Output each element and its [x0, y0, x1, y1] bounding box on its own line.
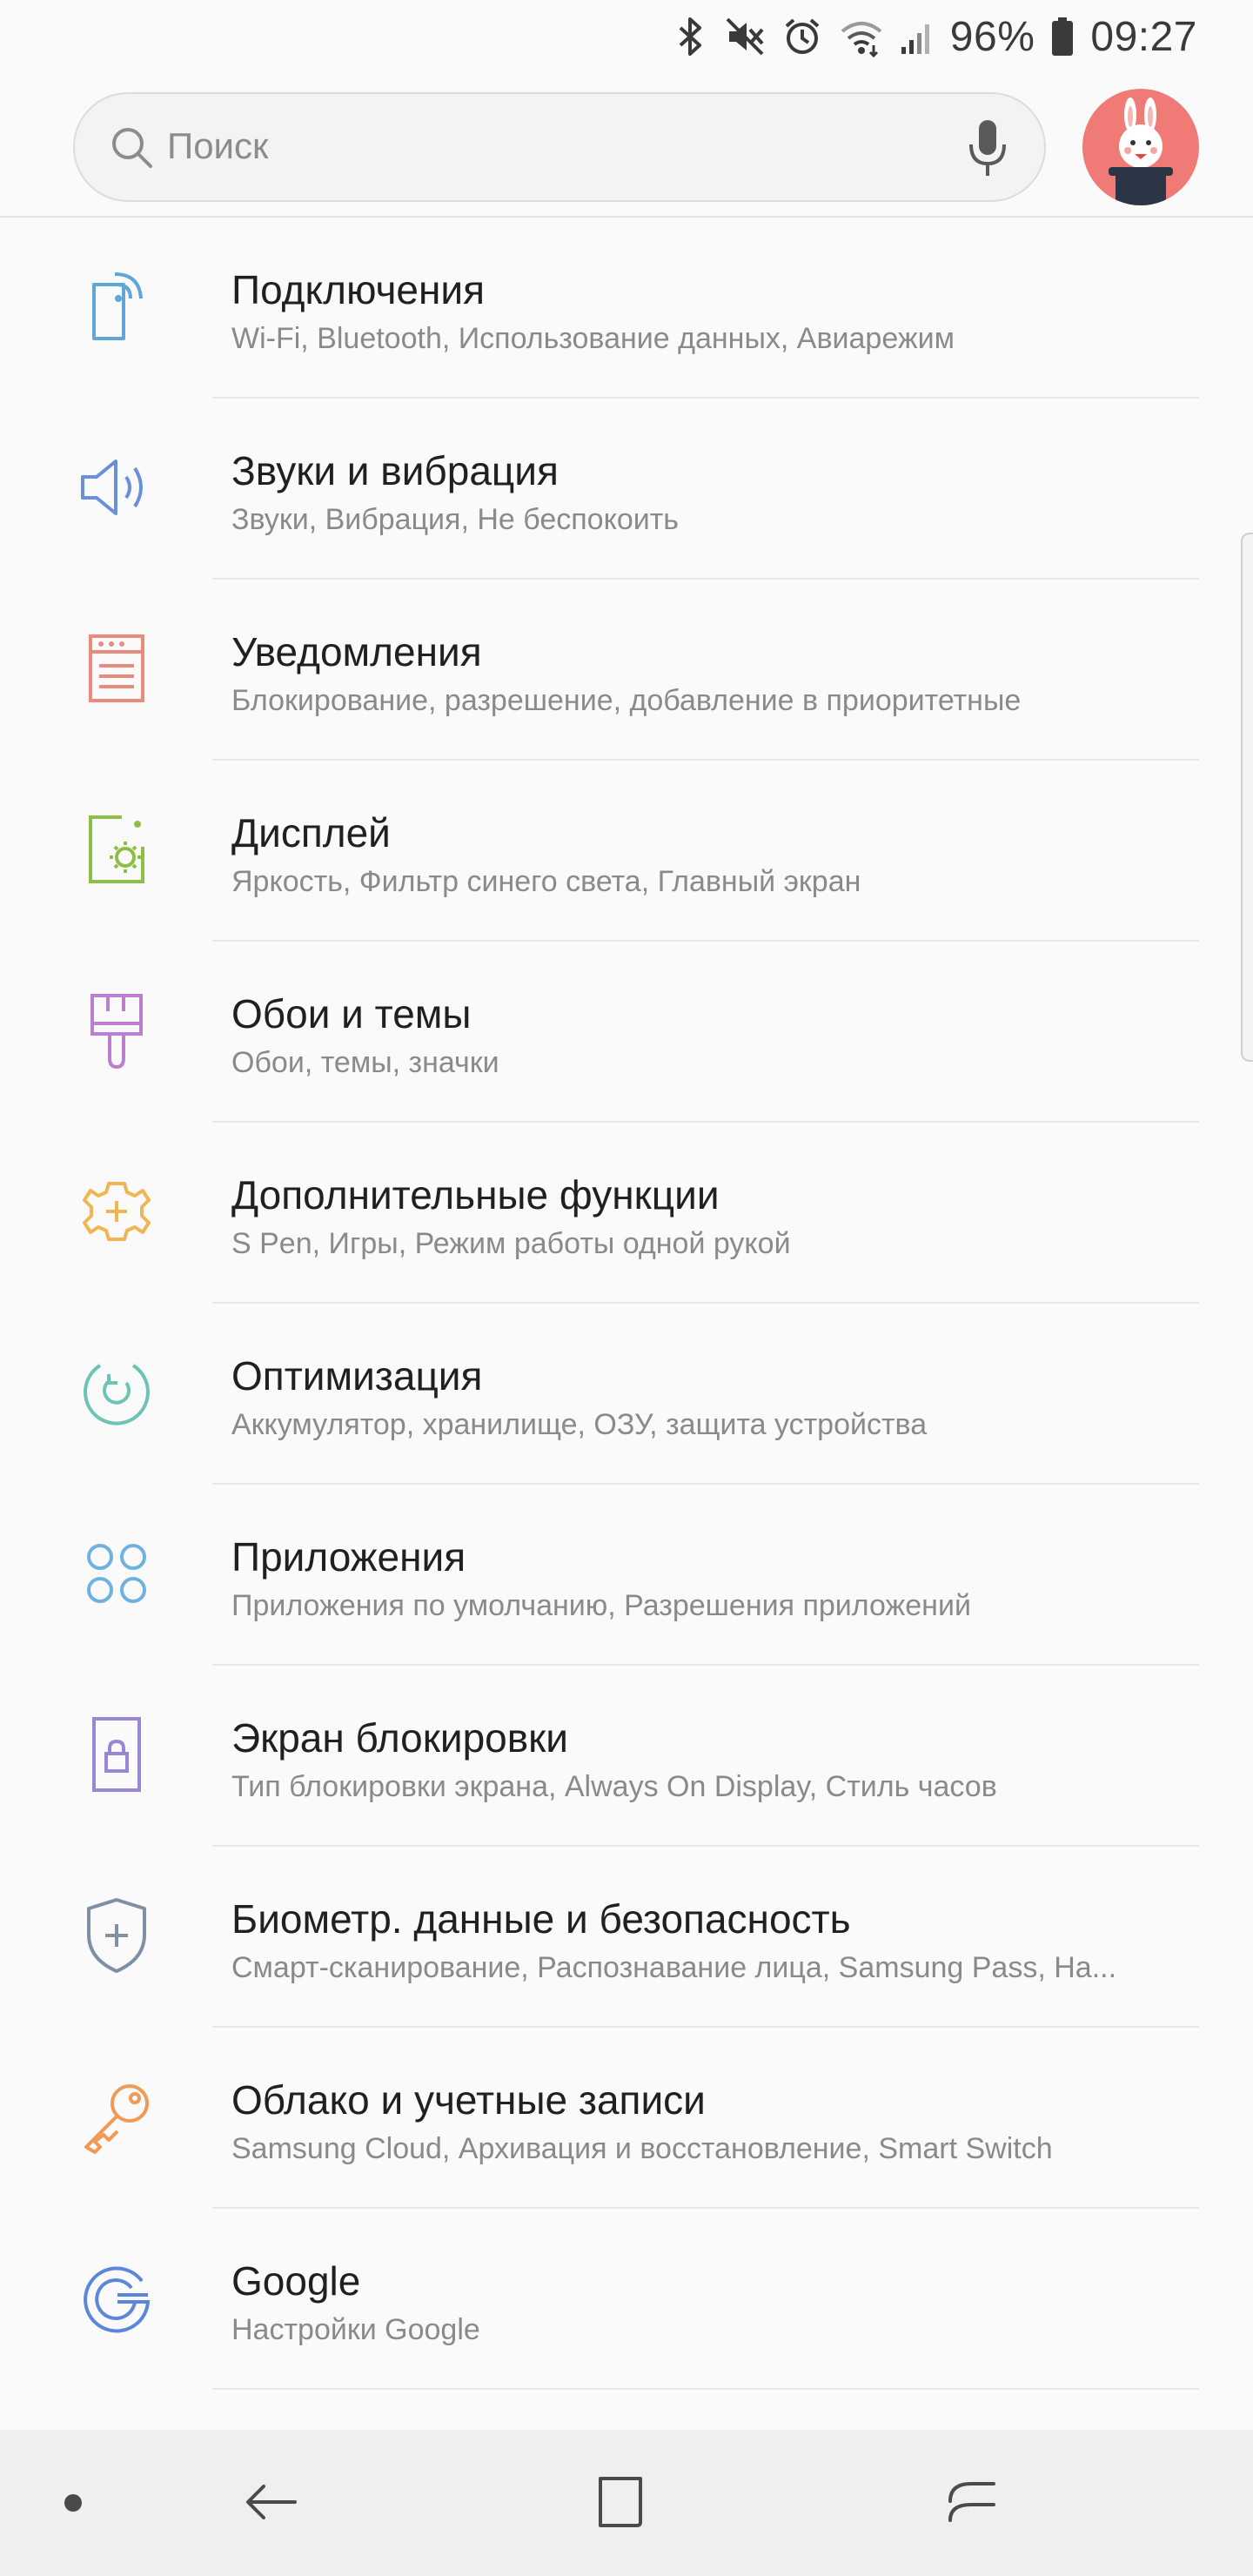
settings-item-subtitle: Блокирование, разрешение, добавление в п… [231, 684, 1022, 717]
settings-item-subtitle: Samsung Cloud, Архивация и восстановлени… [231, 2132, 1053, 2165]
settings-item-wallpaper[interactable]: Обои и темы Обои, темы, значки [0, 942, 1253, 1123]
clock: 09:27 [1090, 13, 1197, 60]
settings-item-google[interactable]: Google Настройки Google [0, 2209, 1253, 2390]
settings-item-connections[interactable]: Подключения Wi-Fi, Bluetooth, Использова… [0, 218, 1253, 399]
settings-item-subtitle: Обои, темы, значки [231, 1046, 499, 1079]
avatar[interactable] [1082, 89, 1199, 205]
settings-item-subtitle: Настройки Google [231, 2313, 480, 2346]
settings-item-display[interactable]: Дисплей Яркость, Фильтр синего света, Гл… [0, 761, 1253, 942]
divider [212, 2388, 1199, 2390]
lock-screen-icon [73, 1711, 160, 1798]
settings-item-title: Экран блокировки [231, 1715, 569, 1761]
settings-item-subtitle: Звуки, Вибрация, Не беспокоить [231, 503, 680, 536]
battery-icon [1050, 16, 1075, 57]
recents-button[interactable] [933, 2465, 1011, 2543]
paintbrush-icon [73, 987, 160, 1074]
settings-item-optimization[interactable]: Оптимизация Аккумулятор, хранилище, ОЗУ,… [0, 1304, 1253, 1485]
recents-icon [941, 2472, 1002, 2537]
settings-item-subtitle: Wi-Fi, Bluetooth, Использование данных, … [231, 322, 955, 355]
mute-icon [724, 16, 766, 57]
settings-item-subtitle: Тип блокировки экрана, Always On Display… [231, 1770, 997, 1803]
settings-item-cloud-accounts[interactable]: Облако и учетные записи Samsung Cloud, А… [0, 2028, 1253, 2209]
shield-plus-icon [73, 1892, 160, 1979]
gear-plus-icon [73, 1168, 160, 1255]
settings-item-subtitle: Яркость, Фильтр синего света, Главный эк… [231, 865, 861, 898]
back-icon [241, 2476, 302, 2532]
wifi-icon [839, 16, 884, 57]
optimization-icon [73, 1349, 160, 1436]
settings-item-title: Звуки и вибрация [231, 448, 559, 493]
settings-item-title: Подключения [231, 267, 486, 312]
search-row: Поиск [0, 89, 1253, 211]
bluetooth-icon [673, 16, 708, 57]
settings-list: Подключения Wi-Fi, Bluetooth, Использова… [0, 218, 1253, 2390]
settings-item-title: Google [231, 2258, 361, 2304]
battery-percent: 96% [949, 13, 1035, 60]
settings-item-subtitle: S Pen, Игры, Режим работы одной рукой [231, 1227, 791, 1260]
settings-item-title: Уведомления [231, 629, 482, 674]
home-button[interactable] [581, 2465, 660, 2543]
status-bar: 96% 09:27 [0, 0, 1253, 73]
settings-item-subtitle: Приложения по умолчанию, Разрешения прил… [231, 1589, 971, 1622]
search-input[interactable]: Поиск [73, 92, 1046, 202]
settings-item-title: Обои и темы [231, 991, 472, 1036]
apps-grid-icon [73, 1530, 160, 1617]
settings-item-advanced[interactable]: Дополнительные функции S Pen, Игры, Режи… [0, 1123, 1253, 1304]
settings-item-title: Биометр. данные и безопасность [231, 1896, 851, 1942]
settings-item-title: Дополнительные функции [231, 1172, 720, 1218]
speaker-icon [73, 444, 160, 531]
search-placeholder: Поиск [167, 125, 269, 166]
navigation-bar [0, 2430, 1253, 2576]
signal-icon [900, 16, 935, 57]
notifications-icon [73, 625, 160, 712]
google-icon [73, 2254, 160, 2341]
settings-item-subtitle: Аккумулятор, хранилище, ОЗУ, защита устр… [231, 1408, 928, 1441]
settings-item-title: Облако и учетные записи [231, 2077, 706, 2123]
dot-icon[interactable] [64, 2494, 82, 2512]
settings-item-biometrics[interactable]: Биометр. данные и безопасность Смарт-ска… [0, 1847, 1253, 2028]
search-icon [110, 125, 155, 175]
settings-item-sounds[interactable]: Звуки и вибрация Звуки, Вибрация, Не бес… [0, 399, 1253, 580]
mic-icon[interactable] [966, 118, 1009, 184]
settings-item-lock-screen[interactable]: Экран блокировки Тип блокировки экрана, … [0, 1666, 1253, 1847]
settings-item-title: Дисплей [231, 810, 391, 855]
settings-item-notifications[interactable]: Уведомления Блокирование, разрешение, до… [0, 580, 1253, 761]
settings-item-subtitle: Смарт-сканирование, Распознавание лица, … [231, 1951, 1117, 1984]
status-icons: 96% 09:27 [673, 10, 1197, 63]
settings-item-title: Оптимизация [231, 1353, 483, 1399]
display-brightness-icon [73, 806, 160, 893]
settings-item-title: Приложения [231, 1534, 466, 1580]
back-button[interactable] [232, 2465, 311, 2543]
scroll-handle[interactable] [1241, 533, 1253, 1062]
key-icon [73, 2073, 160, 2160]
settings-item-apps[interactable]: Приложения Приложения по умолчанию, Разр… [0, 1485, 1253, 1666]
alarm-icon [781, 16, 823, 57]
home-icon [590, 2472, 651, 2537]
connections-icon [73, 263, 160, 350]
